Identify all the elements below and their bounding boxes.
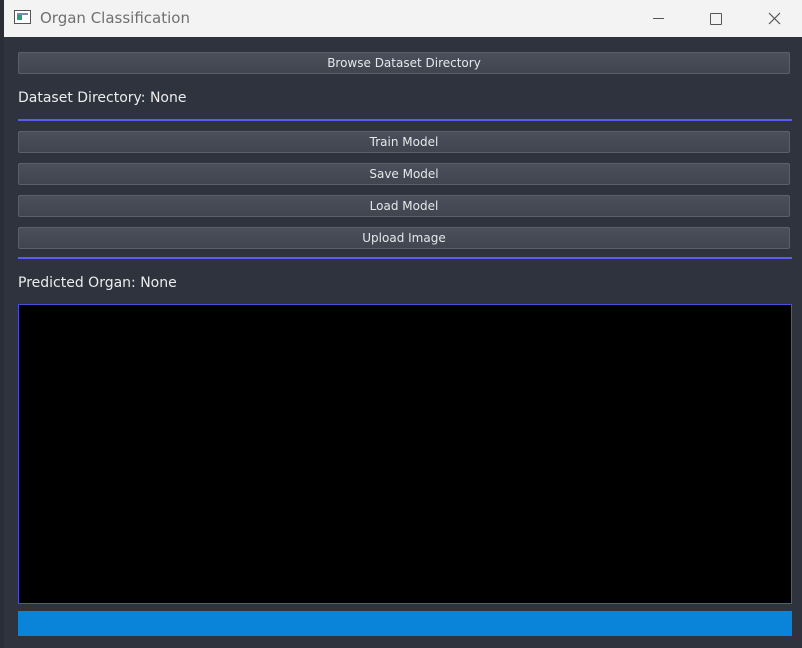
title-bar[interactable]: Organ Classification (4, 0, 802, 37)
app-window-icon (14, 10, 31, 24)
close-button[interactable] (745, 0, 802, 37)
maximize-icon (710, 12, 722, 25)
dataset-directory-label: Dataset Directory: None (18, 90, 187, 106)
separator-top (18, 119, 792, 121)
minimize-icon (652, 18, 664, 19)
separator-bottom (18, 257, 792, 259)
load-model-button[interactable]: Load Model (18, 195, 790, 217)
close-icon (768, 12, 780, 25)
minimize-button[interactable] (629, 0, 687, 37)
upload-image-button[interactable]: Upload Image (18, 227, 790, 249)
main-window: Organ Classification Browse Dataset Dire… (4, 0, 802, 648)
save-model-button[interactable]: Save Model (18, 163, 790, 185)
progress-bar (18, 611, 792, 636)
progress-bar-fill (18, 611, 792, 636)
predicted-organ-label: Predicted Organ: None (18, 275, 177, 291)
browse-dataset-button[interactable]: Browse Dataset Directory (18, 52, 790, 74)
image-preview (18, 304, 792, 604)
window-title: Organ Classification (40, 9, 190, 27)
maximize-button[interactable] (687, 0, 745, 37)
train-model-button[interactable]: Train Model (18, 131, 790, 153)
